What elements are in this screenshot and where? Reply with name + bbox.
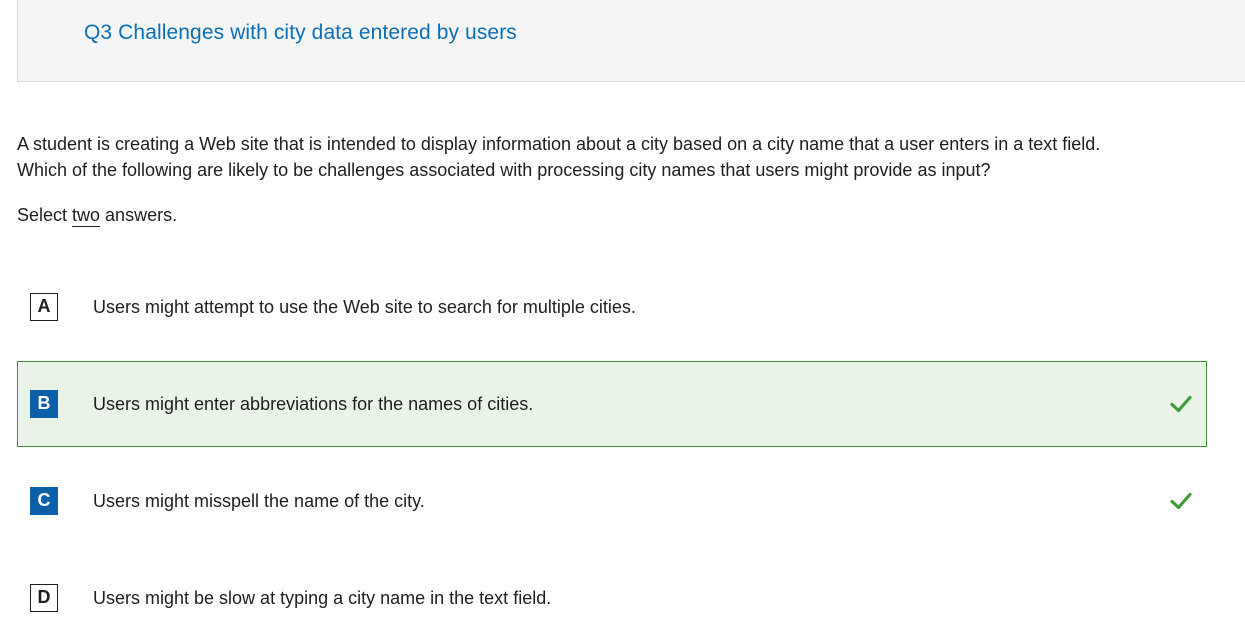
check-icon — [1170, 395, 1192, 413]
option-text-a: Users might attempt to use the Web site … — [93, 297, 636, 317]
prompt-line-2: Which of the following are likely to be … — [17, 160, 991, 180]
question-header: Q3 Challenges with city data entered by … — [17, 0, 1245, 82]
option-letter-d: D — [30, 584, 58, 612]
option-text-d: Users might be slow at typing a city nam… — [93, 588, 552, 608]
question-prompt: A student is creating a Web site that is… — [17, 131, 1227, 183]
option-letter-b: B — [30, 390, 58, 418]
answer-option-c[interactable]: C Users might misspell the name of the c… — [17, 458, 1207, 544]
instruction-suffix: answers. — [100, 205, 178, 225]
prompt-line-1: A student is creating a Web site that is… — [17, 134, 1101, 154]
option-text-b: Users might enter abbreviations for the … — [93, 394, 534, 414]
question-title: Q3 Challenges with city data entered by … — [84, 21, 517, 44]
answer-instruction: Select two answers. — [17, 203, 177, 227]
instruction-prefix: Select — [17, 205, 73, 225]
instruction-count: two — [72, 205, 101, 225]
check-icon — [1170, 492, 1192, 510]
answer-option-d[interactable]: D Users might be slow at typing a city n… — [17, 555, 1207, 641]
answer-option-b[interactable]: B Users might enter abbreviations for th… — [17, 361, 1207, 447]
option-letter-a: A — [30, 293, 58, 321]
option-text-c: Users might misspell the name of the cit… — [93, 491, 425, 511]
answer-option-a[interactable]: A Users might attempt to use the Web sit… — [17, 264, 1207, 350]
option-letter-c: C — [30, 487, 58, 515]
